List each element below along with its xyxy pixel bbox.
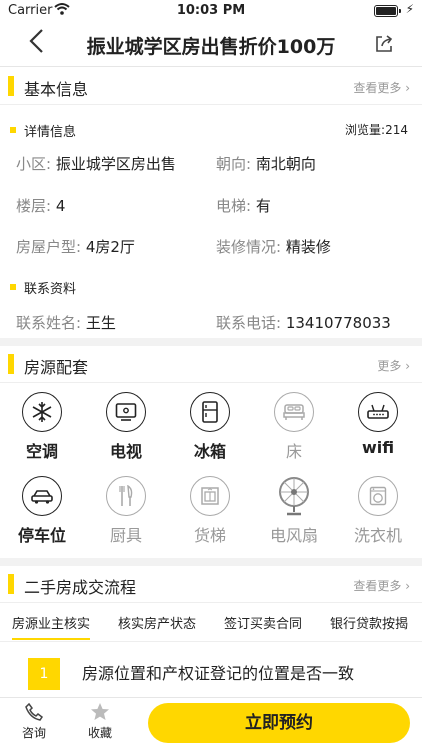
amenity-item[interactable]: 空调 — [0, 392, 84, 462]
tab-sign-contract[interactable]: 签订买卖合同 — [224, 613, 302, 632]
info-label: 小区: — [16, 155, 52, 173]
view-more-link[interactable]: 查看更多 › — [353, 577, 410, 594]
consult-button[interactable]: 咨询 — [14, 702, 54, 741]
amenity-item[interactable]: 厨具 — [84, 476, 168, 546]
amenity-name: 床 — [285, 442, 302, 461]
nav-bar: 振业城学区房出售折价100万 — [0, 22, 422, 67]
elevator-icon — [190, 476, 230, 516]
bottom-bar: 咨询 收藏 立即预约 — [0, 697, 422, 750]
tv-icon — [106, 392, 146, 432]
contact-name-label: 联系姓名: — [16, 314, 82, 332]
contact-phone-label: 联系电话: — [216, 314, 282, 332]
info-row: 楼层: 4 电梯: 有 — [0, 195, 422, 225]
amenity-name: 电视 — [109, 442, 142, 461]
amenity-item[interactable]: 停车位 — [0, 476, 84, 546]
process-section: 二手房成交流程 查看更多 › — [0, 566, 422, 603]
amenity-name: 冰箱 — [193, 442, 226, 461]
info-label: 朝向: — [216, 155, 252, 173]
star-icon — [80, 702, 120, 724]
fan-icon — [274, 476, 314, 516]
amenity-item[interactable]: 电风扇 — [252, 476, 336, 546]
status-bar: Carrier 10:03 PM ⚡ — [0, 0, 422, 22]
amenity-item[interactable]: 电视 — [84, 392, 168, 462]
amenity-name: wifi — [361, 438, 395, 457]
amenities-section: 房源配套 更多 › — [0, 346, 422, 383]
page-title: 振业城学区房出售折价100万 — [86, 36, 336, 58]
amenity-name: 停车位 — [17, 526, 66, 545]
amenity-name: 厨具 — [109, 526, 142, 545]
router-icon — [358, 392, 398, 432]
favorite-button[interactable]: 收藏 — [80, 702, 120, 741]
info-label: 楼层: — [16, 197, 52, 215]
amenity-name: 电风扇 — [269, 526, 318, 545]
detail-subheader: 详情信息 浏览量:214 — [0, 115, 422, 141]
info-value: 4房2厅 — [85, 238, 135, 256]
amenity-name: 货梯 — [193, 526, 226, 545]
section-marker — [8, 76, 14, 96]
section-marker — [8, 354, 14, 374]
info-value: 振业城学区房出售 — [55, 155, 176, 173]
view-count: 浏览量:214 — [345, 123, 408, 137]
info-label: 电梯: — [216, 197, 252, 215]
info-row: 房屋户型: 4房2厅 装修情况: 精装修 — [0, 236, 422, 266]
bullet-icon — [10, 127, 16, 133]
amenity-item[interactable]: wifi — [336, 392, 420, 457]
process-header: 二手房成交流程 查看更多 › — [0, 566, 422, 603]
status-time: 10:03 PM — [176, 3, 246, 18]
phone-icon — [14, 702, 54, 724]
battery-icon — [374, 5, 401, 17]
detail-title: 详情信息 — [24, 125, 77, 140]
consult-label: 咨询 — [21, 726, 46, 740]
info-label: 装修情况: — [216, 238, 282, 256]
step-number: 1 — [28, 658, 60, 690]
charging-icon: ⚡ — [405, 2, 414, 16]
book-now-button[interactable]: 立即预约 — [148, 703, 410, 743]
section-title: 二手房成交流程 — [24, 578, 137, 597]
amenity-item[interactable]: 洗衣机 — [336, 476, 420, 546]
amenity-name: 洗衣机 — [353, 526, 402, 545]
basic-info-header: 基本信息 查看更多 › — [0, 68, 422, 105]
favorite-label: 收藏 — [87, 726, 112, 740]
amenities-header: 房源配套 更多 › — [0, 346, 422, 383]
bed-icon — [274, 392, 314, 432]
tab-property-status[interactable]: 核实房产状态 — [118, 613, 196, 632]
fridge-icon — [190, 392, 230, 432]
amenity-item[interactable]: 床 — [252, 392, 336, 462]
info-value: 有 — [255, 197, 271, 215]
basic-info-section: 基本信息 查看更多 › 详情信息 浏览量:214 — [0, 68, 422, 141]
snowflake-icon — [22, 392, 62, 432]
info-value: 4 — [55, 197, 66, 215]
amenity-name: 空调 — [25, 442, 58, 461]
bullet-icon — [10, 284, 16, 290]
washer-icon — [358, 476, 398, 516]
info-row: 小区: 振业城学区房出售 朝向: 南北朝向 — [0, 153, 422, 183]
amenity-item[interactable]: 冰箱 — [168, 392, 252, 462]
info-value: 南北朝向 — [255, 155, 316, 173]
chevron-right-icon: › — [405, 579, 410, 593]
info-value: 精装修 — [285, 238, 331, 256]
divider — [0, 338, 422, 346]
more-link[interactable]: 更多 › — [377, 357, 410, 374]
contact-subheader: 联系资料 — [0, 272, 422, 298]
step-text: 房源位置和产权证登记的位置是否一致 — [82, 664, 355, 683]
amenity-item[interactable]: 货梯 — [168, 476, 252, 546]
info-label: 房屋户型: — [16, 238, 82, 256]
contact-title: 联系资料 — [24, 282, 77, 297]
chevron-right-icon: › — [405, 81, 410, 95]
tab-bank-loan[interactable]: 银行贷款按揭 — [330, 613, 408, 632]
contact-phone-value[interactable]: 13410778033 — [286, 314, 391, 332]
car-icon — [22, 476, 62, 516]
section-title: 基本信息 — [24, 80, 89, 99]
chevron-right-icon: › — [405, 359, 410, 373]
section-title: 房源配套 — [24, 358, 89, 377]
view-more-link[interactable]: 查看更多 › — [353, 79, 410, 96]
process-tabs: 房源业主核实 核实房产状态 签订买卖合同 银行贷款按揭 — [0, 603, 422, 642]
tab-owner-verify[interactable]: 房源业主核实 — [12, 613, 91, 640]
share-icon[interactable] — [374, 34, 394, 58]
kitchenware-icon — [106, 476, 146, 516]
contact-name-value: 王生 — [85, 314, 116, 332]
divider — [0, 558, 422, 566]
section-marker — [8, 574, 14, 594]
